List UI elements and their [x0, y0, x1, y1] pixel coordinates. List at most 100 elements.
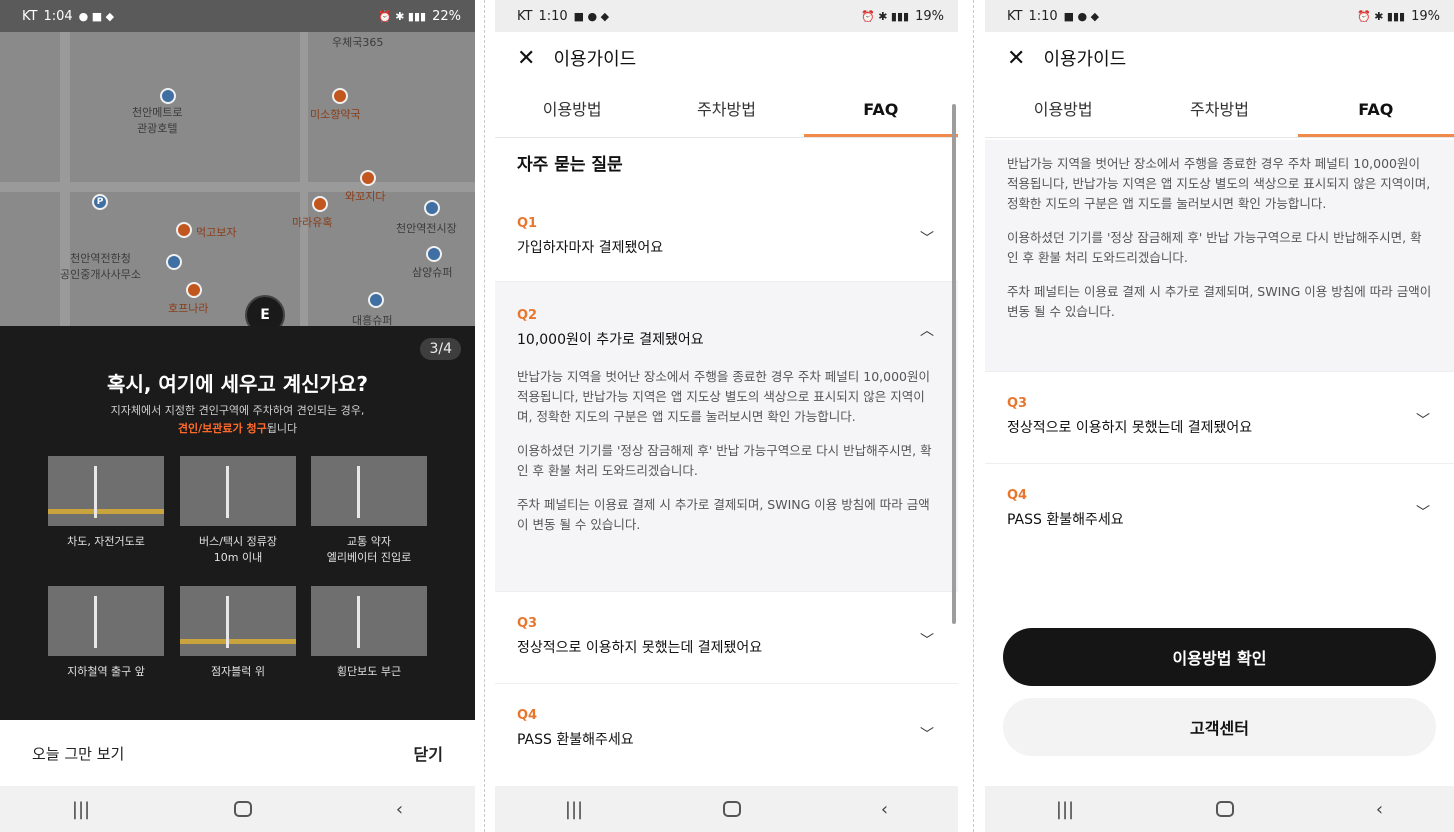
- scrollbar[interactable]: [952, 104, 956, 624]
- system-nav-bar: ||| ‹: [0, 786, 475, 832]
- map-label: 마라유혹: [292, 216, 333, 229]
- no-parking-photo: [48, 586, 164, 656]
- tile-caption: 버스/택시 정류장 10m 이내: [198, 535, 278, 564]
- close-button[interactable]: 닫기: [414, 741, 443, 765]
- question-number: Q3: [517, 616, 538, 631]
- answer-paragraph: 이용하셨던 기기를 '정상 잠금해제 후' 반납 가능구역으로 다시 반납해주시…: [517, 443, 932, 478]
- time-label: 1:10: [538, 8, 568, 24]
- tab-faq[interactable]: FAQ: [1297, 88, 1454, 137]
- page-title: 이용가이드: [553, 49, 637, 70]
- time-label: 1:04: [43, 8, 73, 24]
- map-label: 천안메트로 관광호텔: [132, 106, 183, 135]
- customer-center-button[interactable]: 고객센터: [1003, 698, 1436, 756]
- tab-bar: 이용방법 주차방법 FAQ: [495, 88, 958, 138]
- faq-item-q3[interactable]: Q3 정상적으로 이용하지 못했는데 결제됐어요 ﹀: [985, 372, 1454, 464]
- notification-icons: ■ ● ◆: [1063, 9, 1100, 23]
- header: ✕ 이용가이드: [985, 32, 1454, 84]
- tile-caption: 점자블럭 위: [210, 665, 266, 678]
- no-parking-photo: [48, 456, 164, 526]
- system-nav-bar: ||| ‹: [495, 786, 958, 832]
- chevron-down-icon: ﹀: [920, 633, 934, 649]
- how-to-use-button[interactable]: 이용방법 확인: [1003, 628, 1436, 686]
- status-bar: KT 1:04 ● ■ ◆ ⏰ ✱ ▮▮▮ 22%: [0, 0, 475, 32]
- subtitle-tail: 됩니다: [266, 422, 298, 435]
- dismiss-today-button[interactable]: 오늘 그만 보기: [32, 743, 124, 764]
- no-parking-photo: [311, 456, 427, 526]
- recent-apps-icon[interactable]: |||: [1056, 799, 1074, 820]
- answer-text: 반납가능 지역을 벗어난 장소에서 주행을 종료한 경우 주차 페널티 10,0…: [985, 140, 1454, 372]
- page-title: 이용가이드: [1043, 49, 1127, 70]
- tab-usage[interactable]: 이용방법: [495, 88, 649, 137]
- time-label: 1:10: [1028, 8, 1058, 24]
- question-number: Q1: [517, 216, 538, 231]
- carrier-label: KT: [517, 8, 533, 24]
- close-icon[interactable]: ✕: [517, 46, 535, 71]
- close-icon[interactable]: ✕: [1007, 46, 1025, 71]
- tab-bar: 이용방법 주차방법 FAQ: [985, 88, 1454, 138]
- answer-paragraph: 이용하셨던 기기를 '정상 잠금해제 후' 반납 가능구역으로 다시 반납해주시…: [1007, 230, 1422, 265]
- home-icon[interactable]: [233, 801, 252, 817]
- map-view[interactable]: 우체국365 천안메트로 관광호텔 미소향약국 와꼬지다 마라유혹 P 먹고보자…: [0, 32, 475, 326]
- question-text: PASS 환불해주세요: [517, 732, 634, 748]
- map-label: 삼양슈퍼: [412, 266, 453, 279]
- chevron-down-icon: ﹀: [920, 727, 934, 743]
- section-title: 자주 묻는 질문: [517, 155, 623, 175]
- subtitle-line: 지자체에서 지정한 견인구역에 주차하여 견인되는 경우,: [110, 404, 365, 417]
- no-parking-example: 차도, 자전거도로: [48, 456, 164, 550]
- question-text: PASS 환불해주세요: [1007, 512, 1124, 528]
- question-number: Q2: [517, 308, 538, 323]
- answer-text: 반납가능 지역을 벗어난 장소에서 주행을 종료한 경우 주차 페널티 10,0…: [517, 367, 936, 535]
- tab-parking[interactable]: 주차방법: [649, 88, 803, 137]
- faq-item-q4[interactable]: Q4 PASS 환불해주세요 ﹀: [495, 684, 958, 786]
- tile-caption: 교통 약자 엘리베이터 진입로: [326, 535, 412, 564]
- system-nav-bar: ||| ‹: [985, 786, 1454, 832]
- pharmacy-poi-icon: [332, 88, 348, 104]
- hotel-poi-icon: [160, 88, 176, 104]
- status-bar: KT 1:10 ■ ● ◆ ⏰ ✱ ▮▮▮ 19%: [495, 0, 958, 32]
- question-text: 정상적으로 이용하지 못했는데 결제됐어요: [1007, 420, 1253, 436]
- faq-item-q4[interactable]: Q4 PASS 환불해주세요 ﹀: [985, 464, 1454, 556]
- home-icon[interactable]: [1215, 801, 1234, 817]
- map-label: 호프나라: [168, 302, 209, 315]
- signal-icons: ⏰ ✱ ▮▮▮: [1357, 9, 1406, 23]
- carrier-label: KT: [22, 8, 38, 24]
- sheet-footer: 오늘 그만 보기 닫기: [0, 720, 475, 786]
- tile-caption: 횡단보도 부근: [336, 665, 402, 678]
- faq-item-q3[interactable]: Q3 정상적으로 이용하지 못했는데 결제됐어요 ﹀: [495, 592, 958, 684]
- battery-label: 19%: [1411, 8, 1440, 24]
- tab-usage[interactable]: 이용방법: [985, 88, 1141, 137]
- no-parking-example: 지하철역 출구 앞: [48, 586, 164, 680]
- faq-screen-expanded: KT 1:10 ■ ● ◆ ⏰ ✱ ▮▮▮ 19% ✕ 이용가이드 이용방법 주차방법…: [495, 0, 958, 832]
- store-poi-icon: [368, 292, 384, 308]
- home-icon[interactable]: [722, 801, 741, 817]
- tab-faq[interactable]: FAQ: [803, 88, 958, 137]
- sheet-title: 혹시, 여기에 세우고 계신가요?: [107, 372, 368, 396]
- question-number: Q3: [1007, 396, 1028, 411]
- question-text: 정상적으로 이용하지 못했는데 결제됐어요: [517, 640, 763, 656]
- map-road: [0, 182, 475, 192]
- signal-icons: ⏰ ✱ ▮▮▮: [861, 9, 910, 23]
- no-parking-photo: [180, 456, 296, 526]
- market-poi-icon: [424, 200, 440, 216]
- no-parking-example: 교통 약자 엘리베이터 진입로: [311, 456, 427, 566]
- recent-apps-icon[interactable]: |||: [72, 799, 90, 820]
- map-label: 미소향약국: [310, 108, 361, 121]
- faq-item-q2[interactable]: Q2 10,000원이 추가로 결제됐어요 ︿ 반납가능 지역을 벗어난 장소에…: [495, 282, 958, 592]
- back-icon[interactable]: ‹: [1376, 799, 1383, 820]
- scooter-location-pin-icon[interactable]: E: [245, 295, 285, 326]
- parking-warning-screen: KT 1:04 ● ■ ◆ ⏰ ✱ ▮▮▮ 22% 우체국365 천안메트로 관광호텔…: [0, 0, 475, 832]
- tab-parking[interactable]: 주차방법: [1141, 88, 1297, 137]
- back-icon[interactable]: ‹: [881, 799, 888, 820]
- answer-paragraph: 주차 페널티는 이용료 결제 시 추가로 결제되며, SWING 이용 방침에 …: [1007, 284, 1432, 319]
- faq-item-q1[interactable]: Q1 가입하자마자 결제됐어요 ﹀: [495, 196, 958, 282]
- signal-icons: ⏰ ✱ ▮▮▮: [378, 9, 427, 23]
- battery-label: 22%: [432, 8, 461, 24]
- divider: [973, 0, 974, 832]
- office-poi-icon: [166, 254, 182, 270]
- recent-apps-icon[interactable]: |||: [565, 799, 583, 820]
- store-poi-icon: [426, 246, 442, 262]
- notification-icons: ● ■ ◆: [78, 9, 115, 23]
- parking-poi-icon: P: [92, 194, 108, 210]
- bar-poi-icon: [186, 282, 202, 298]
- back-icon[interactable]: ‹: [396, 799, 403, 820]
